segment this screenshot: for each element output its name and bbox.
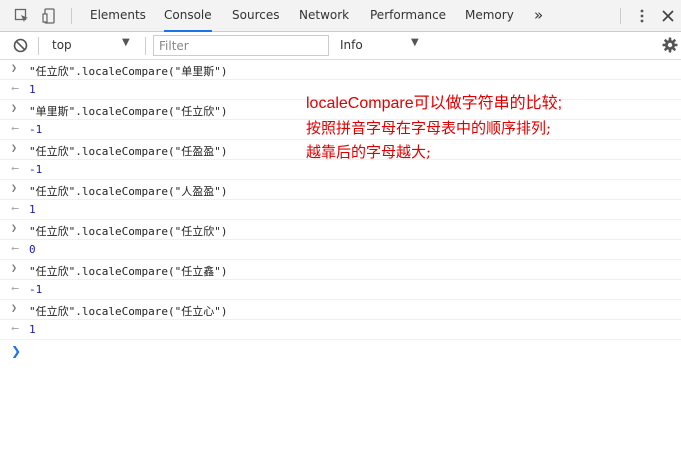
console-input-row: ❯ "任立欣".localeCompare("任立鑫") (0, 260, 681, 280)
console-input-row: ❯ "任立欣".localeCompare("任立心") (0, 300, 681, 320)
chevron-down-icon[interactable]: ▼ (122, 37, 130, 48)
input-chevron-icon: ❯ (11, 223, 18, 234)
console-output-value: -1 (29, 163, 43, 176)
output-arrow-icon: ⭠ (11, 243, 19, 254)
console-output-row: ⭠ 1 (0, 320, 681, 340)
toolbar-divider (38, 37, 39, 55)
console-output-row: ⭠ 1 (0, 200, 681, 220)
console-input-text[interactable]: "单里斯".localeCompare("任立欣") (29, 103, 227, 119)
toolbar-divider (145, 37, 146, 55)
console-output-value: 1 (29, 203, 36, 216)
output-arrow-icon: ⭠ (11, 163, 19, 174)
console-input-text[interactable]: "任立欣".localeCompare("任立心") (29, 303, 227, 319)
console-output-row: ⭠ -1 (0, 280, 681, 300)
console-output-value: 1 (29, 323, 36, 336)
toolbar-divider (71, 8, 72, 24)
input-chevron-icon: ❯ (11, 183, 18, 194)
device-toolbar-icon[interactable] (42, 8, 58, 24)
log-level-selector[interactable]: Info (340, 38, 363, 52)
filter-input[interactable]: Filter (153, 35, 329, 56)
annotation-note: localeCompare可以做字符串的比较; 按照拼音字母在字母表中的顺序排列… (306, 92, 562, 164)
prompt-chevron-icon: ❯ (11, 344, 22, 358)
console-input-row: ❯ "任立欣".localeCompare("人盈盈") (0, 180, 681, 200)
output-arrow-icon: ⭠ (11, 123, 19, 134)
tab-performance[interactable]: Performance (370, 0, 446, 31)
annotation-line-1: localeCompare可以做字符串的比较; (306, 95, 563, 112)
input-chevron-icon: ❯ (11, 303, 18, 314)
tab-elements[interactable]: Elements (90, 0, 146, 31)
input-chevron-icon: ❯ (11, 103, 18, 114)
devtools-tabbar: Elements Console Sources Network Perform… (0, 0, 681, 32)
kebab-menu-icon[interactable] (634, 8, 650, 24)
input-chevron-icon: ❯ (11, 263, 18, 274)
console-input-text[interactable]: "任立欣".localeCompare("任立欣") (29, 223, 227, 239)
gear-icon[interactable] (662, 37, 678, 56)
context-selector[interactable]: top (52, 38, 72, 52)
console-input-text[interactable]: "任立欣".localeCompare("单里斯") (29, 63, 227, 79)
tab-memory[interactable]: Memory (465, 0, 514, 31)
console-output-value: 0 (29, 243, 36, 256)
clear-console-icon[interactable] (13, 38, 28, 56)
console-prompt[interactable]: ❯ (0, 340, 681, 362)
console-output-value: -1 (29, 283, 43, 296)
output-arrow-icon: ⭠ (11, 83, 19, 94)
close-icon[interactable] (660, 8, 676, 24)
input-chevron-icon: ❯ (11, 63, 18, 74)
console-toolbar: top ▼ Filter Info ▼ (0, 32, 681, 60)
console-output-value: -1 (29, 123, 43, 136)
annotation-line-2: 按照拼音字母在字母表中的顺序排列; (306, 119, 552, 137)
tab-sources[interactable]: Sources (232, 0, 279, 31)
toolbar-divider (620, 8, 621, 24)
input-chevron-icon: ❯ (11, 143, 18, 154)
inspect-element-icon[interactable] (14, 8, 30, 24)
console-input-row: ❯ "任立欣".localeCompare("任立欣") (0, 220, 681, 240)
console-input-text[interactable]: "任立欣".localeCompare("任立鑫") (29, 263, 227, 279)
console-output-row: ⭠ 0 (0, 240, 681, 260)
annotation-line-3: 越靠后的字母越大; (306, 143, 432, 161)
output-arrow-icon: ⭠ (11, 283, 19, 294)
chevron-down-icon[interactable]: ▼ (411, 37, 419, 48)
console-input-text[interactable]: "任立欣".localeCompare("任盈盈") (29, 143, 227, 159)
console-input-row: ❯ "任立欣".localeCompare("单里斯") (0, 60, 681, 80)
more-tabs-button[interactable]: » (534, 0, 543, 31)
tab-network[interactable]: Network (299, 0, 349, 31)
tab-console[interactable]: Console (164, 0, 212, 32)
console-output-value: 1 (29, 83, 36, 96)
output-arrow-icon: ⭠ (11, 203, 19, 214)
output-arrow-icon: ⭠ (11, 323, 19, 334)
console-input-text[interactable]: "任立欣".localeCompare("人盈盈") (29, 183, 227, 199)
